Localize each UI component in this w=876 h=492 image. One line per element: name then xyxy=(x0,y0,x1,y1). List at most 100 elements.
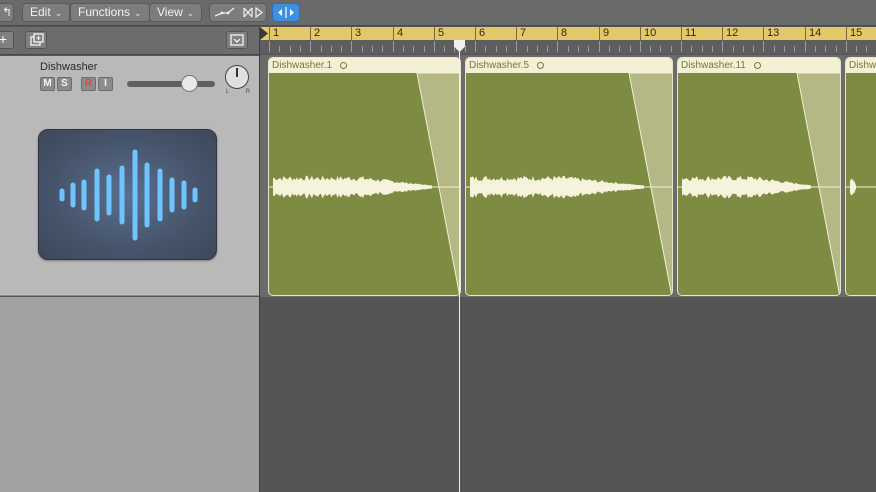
toolbar: ↰ Edit ⌄ Functions ⌄ View ⌄ xyxy=(0,0,876,26)
pan-knob[interactable] xyxy=(225,65,249,89)
track-list-empty-area[interactable] xyxy=(0,297,259,492)
pan-left-label: L xyxy=(226,89,230,95)
solo-button[interactable]: S xyxy=(57,77,72,91)
ruler-bar-number: 5 xyxy=(434,27,444,40)
ruler-tick xyxy=(629,46,631,52)
edit-menu[interactable]: Edit ⌄ xyxy=(22,3,71,22)
ruler-tick xyxy=(845,41,847,52)
global-tracks-button[interactable] xyxy=(226,31,248,49)
cycle-start-marker[interactable] xyxy=(260,27,268,40)
chevron-down-icon: ⌄ xyxy=(134,8,142,18)
waveform-shape xyxy=(850,178,856,196)
region-header[interactable]: Dishwasher.1 xyxy=(269,58,460,73)
ruler-bar-number: 2 xyxy=(310,27,320,40)
ruler-bar-number: 13 xyxy=(763,27,779,40)
chevron-down-icon: ⌄ xyxy=(54,8,63,18)
track-header[interactable]: Dishwasher M S R I LR xyxy=(0,56,259,296)
audio-region[interactable]: Dishwasher.1 xyxy=(268,57,461,296)
ruler-tick xyxy=(814,46,816,52)
ruler-tick xyxy=(681,41,682,52)
ruler-tick xyxy=(464,46,466,52)
ruler-tick xyxy=(433,41,435,52)
audio-region[interactable]: Dishwasher.5 xyxy=(465,57,673,296)
loop-icon xyxy=(753,62,761,69)
ruler-bar-strip[interactable]: 1 2 3 4 5 6 7 8 9 10 11 12 13 14 15 xyxy=(260,27,876,40)
ruler-tick xyxy=(639,41,641,52)
fade-out-handle[interactable] xyxy=(628,73,673,296)
ruler-tick xyxy=(598,41,600,52)
back-button[interactable]: ↰ xyxy=(0,3,14,22)
ruler-tick xyxy=(773,46,775,52)
ruler-tick xyxy=(495,46,497,52)
view-menu[interactable]: View ⌄ xyxy=(149,3,203,22)
ruler-tick xyxy=(742,46,744,52)
ruler-tick xyxy=(701,46,703,52)
ruler-tick xyxy=(299,46,301,52)
audio-region[interactable]: Dishwasher xyxy=(845,57,876,296)
region-waveform xyxy=(846,178,876,196)
ruler-bar-number: 10 xyxy=(640,27,656,40)
waveform-shape xyxy=(470,175,644,199)
input-monitoring-button[interactable]: I xyxy=(98,77,113,91)
volume-slider[interactable] xyxy=(127,81,215,87)
volume-slider-knob[interactable] xyxy=(181,75,198,92)
ruler-tick xyxy=(794,46,796,52)
fade-out-handle[interactable] xyxy=(416,73,461,296)
snap-alignment-button[interactable] xyxy=(272,3,300,22)
ruler-tick xyxy=(402,46,404,52)
chevron-down-icon: ⌄ xyxy=(186,8,195,18)
ruler-tick xyxy=(526,46,528,52)
automation-curve-icon xyxy=(214,6,263,19)
ruler-tick xyxy=(732,46,734,52)
track-name[interactable]: Dishwasher xyxy=(40,61,97,73)
pan-labels: LR xyxy=(226,89,250,95)
automation-flex-buttons[interactable] xyxy=(209,3,267,22)
ruler-bar-number: 8 xyxy=(557,27,567,40)
add-track-button[interactable]: + xyxy=(0,31,14,49)
duplicate-icon xyxy=(30,33,44,46)
ruler-tick xyxy=(722,41,724,52)
region-header[interactable]: Dishwasher.11 xyxy=(678,58,840,73)
waveform-icon xyxy=(59,149,198,241)
arrange-empty-area[interactable] xyxy=(260,297,876,492)
logic-arrange-window: ↰ Edit ⌄ Functions ⌄ View ⌄ + Dishwasher… xyxy=(0,0,876,492)
functions-menu[interactable]: Functions ⌄ xyxy=(70,3,150,22)
ruler-tick xyxy=(835,46,837,52)
region-header[interactable]: Dishwasher xyxy=(846,58,876,73)
ruler-bar-number: 14 xyxy=(805,27,821,40)
ruler-tick xyxy=(485,46,487,52)
ruler-tick xyxy=(516,41,518,52)
ruler-tick xyxy=(505,46,507,52)
ruler-bar-number: 15 xyxy=(846,27,862,40)
ruler-tick xyxy=(392,41,394,52)
ruler-tick xyxy=(784,46,785,52)
ruler-tick xyxy=(536,46,538,52)
waveform-shape xyxy=(273,175,432,199)
audio-region[interactable]: Dishwasher.11 xyxy=(677,57,841,296)
ruler-tick xyxy=(578,46,579,52)
fade-out-handle[interactable] xyxy=(796,73,841,296)
track-icon[interactable] xyxy=(38,129,217,260)
region-header[interactable]: Dishwasher.5 xyxy=(466,58,672,73)
track-list-header: + xyxy=(0,27,259,55)
ruler-tick xyxy=(753,46,755,52)
ruler-tick xyxy=(351,41,353,52)
playhead-line[interactable] xyxy=(459,40,460,492)
ruler-tick xyxy=(557,41,559,52)
edit-menu-label: Edit xyxy=(30,5,51,19)
ruler-tick xyxy=(763,41,765,52)
region-name: Dishwasher.1 xyxy=(272,60,333,71)
region-name: Dishwasher.11 xyxy=(681,60,746,71)
record-enable-button[interactable]: R xyxy=(81,77,96,91)
ruler-tick xyxy=(567,46,569,52)
ruler-tick xyxy=(413,46,415,52)
ruler-tick xyxy=(670,46,672,52)
region-waveform xyxy=(466,73,673,296)
ruler-tick xyxy=(711,46,713,52)
ruler-tick xyxy=(475,41,476,52)
bar-ruler[interactable]: 1 2 3 4 5 6 7 8 9 10 11 12 13 14 15 xyxy=(260,27,876,54)
mute-button[interactable]: M xyxy=(40,77,55,91)
ruler-tick xyxy=(547,46,549,52)
duplicate-track-button[interactable] xyxy=(25,31,47,49)
ruler-tick xyxy=(660,46,662,52)
